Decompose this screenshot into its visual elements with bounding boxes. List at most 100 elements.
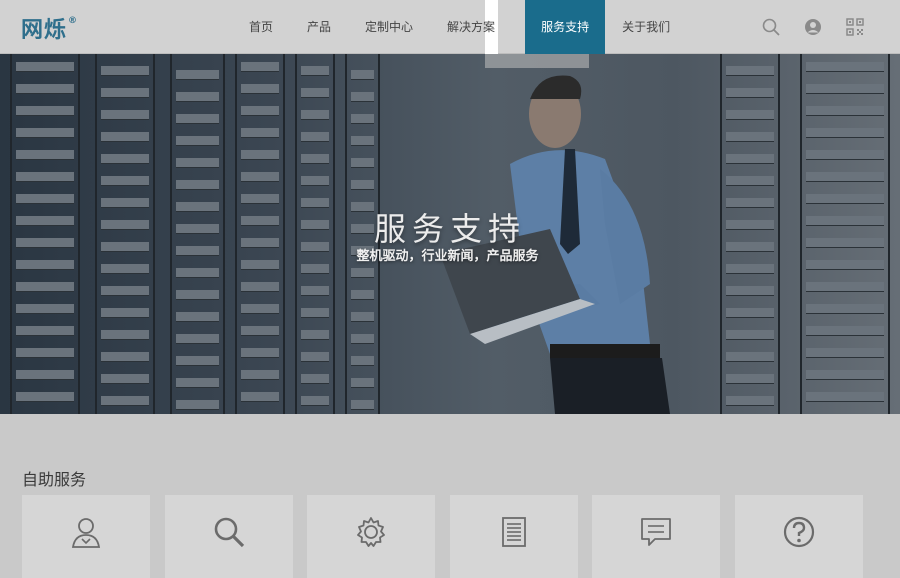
rack-slot (241, 106, 279, 116)
rack-slot (16, 282, 74, 292)
message-icon (641, 518, 671, 546)
nav-item-custom-center[interactable]: 定制中心 (348, 0, 430, 54)
rack-slot (301, 286, 329, 296)
user-icon[interactable] (803, 17, 823, 37)
rack-slot (16, 172, 74, 182)
rack-slot (301, 352, 329, 362)
rack-slot (726, 132, 774, 142)
rack-slot (241, 84, 279, 94)
rack-slot (241, 172, 279, 182)
rack-slot (301, 66, 329, 76)
rack-slot (726, 176, 774, 186)
rack-slot (351, 312, 374, 322)
active-tab-shadow (485, 54, 589, 68)
rack-slot (351, 290, 374, 300)
rack-slot (806, 128, 884, 138)
rack-slot (16, 150, 74, 160)
rack-slot (101, 132, 149, 142)
rack-slot (726, 110, 774, 120)
rack-slot (301, 308, 329, 318)
rack-slot (176, 158, 219, 168)
hero-banner: 服务支持 整机驱动，行业新闻，产品服务 (0, 54, 900, 414)
rack-slot (351, 70, 374, 80)
rack-slot (16, 348, 74, 358)
service-card-help[interactable] (734, 495, 863, 578)
nav-item-about-us[interactable]: 关于我们 (605, 0, 687, 54)
rack-slot (806, 150, 884, 160)
rack-slot (176, 334, 219, 344)
rack-slot (241, 150, 279, 160)
hero-subtitle: 整机驱动，行业新闻，产品服务 (356, 249, 539, 264)
rack-slot (176, 312, 219, 322)
rack-slot (301, 132, 329, 142)
rack-slot (726, 66, 774, 76)
rack-slot (806, 370, 884, 380)
rack-slot (806, 172, 884, 182)
nav-item-home[interactable]: 首页 (232, 0, 290, 54)
rack-slot (726, 154, 774, 164)
person-icon (71, 518, 101, 548)
rack-slot (176, 400, 219, 410)
rack-slot (101, 110, 149, 120)
rack-slot (176, 70, 219, 80)
rack-slot (241, 62, 279, 72)
rack-slot (726, 374, 774, 384)
rack-slot (176, 180, 219, 190)
rack-slot (176, 290, 219, 300)
service-card-search[interactable] (164, 495, 293, 578)
rack-slot (301, 88, 329, 98)
site-header: 网烁® 首页 产品 定制中心 解决方案 服务支持 关于我们 (0, 0, 900, 54)
rack-slot (806, 62, 884, 72)
rack-slot (301, 154, 329, 164)
rack-slot (176, 378, 219, 388)
rack-slot (726, 396, 774, 406)
service-card-person[interactable] (22, 495, 150, 578)
rack-slot (351, 378, 374, 388)
rack-slot (241, 304, 279, 314)
rack-slot (301, 330, 329, 340)
nav-item-products[interactable]: 产品 (290, 0, 348, 54)
rack-slot (806, 282, 884, 292)
service-card-documents[interactable] (449, 495, 578, 578)
document-icon (501, 517, 526, 547)
rack-slot (351, 158, 374, 168)
nav-item-service-support[interactable]: 服务支持 (525, 0, 606, 54)
rack-slot (806, 304, 884, 314)
service-card-messages[interactable] (592, 495, 720, 578)
self-service-cards (22, 495, 877, 578)
rack-slot (241, 194, 279, 204)
rack-slot (16, 194, 74, 204)
self-service-title: 自助服务 (22, 470, 87, 489)
rack-slot (16, 62, 74, 72)
rack-slot (726, 264, 774, 274)
search-icon[interactable] (761, 17, 781, 37)
rack-slot (16, 106, 74, 116)
main-nav: 首页 产品 定制中心 解决方案 服务支持 关于我们 (232, 0, 687, 54)
rack-slot (101, 66, 149, 76)
rack-slot (101, 396, 149, 406)
rack-slot (351, 334, 374, 344)
qrcode-icon[interactable] (845, 17, 865, 37)
rack-slot (16, 128, 74, 138)
rack-slot (176, 92, 219, 102)
rack-slot (806, 348, 884, 358)
rack-slot (351, 92, 374, 102)
rack-slot (351, 136, 374, 146)
rack-slot (176, 356, 219, 366)
service-card-settings[interactable] (307, 495, 435, 578)
rack-slot (176, 136, 219, 146)
search-icon (214, 517, 244, 548)
rack-slot (241, 128, 279, 138)
rack-slot (351, 114, 374, 124)
logo[interactable]: 网烁® (21, 12, 78, 44)
rack-slot (726, 308, 774, 318)
nav-item-solutions[interactable]: 解决方案 (430, 0, 512, 54)
rack-slot (176, 114, 219, 124)
rack-slot (16, 304, 74, 314)
rack-slot (101, 374, 149, 384)
rack-slot (726, 330, 774, 340)
rack-slot (301, 264, 329, 274)
rack-slot (16, 370, 74, 380)
rack-slot (101, 264, 149, 274)
rack-slot (301, 396, 329, 406)
